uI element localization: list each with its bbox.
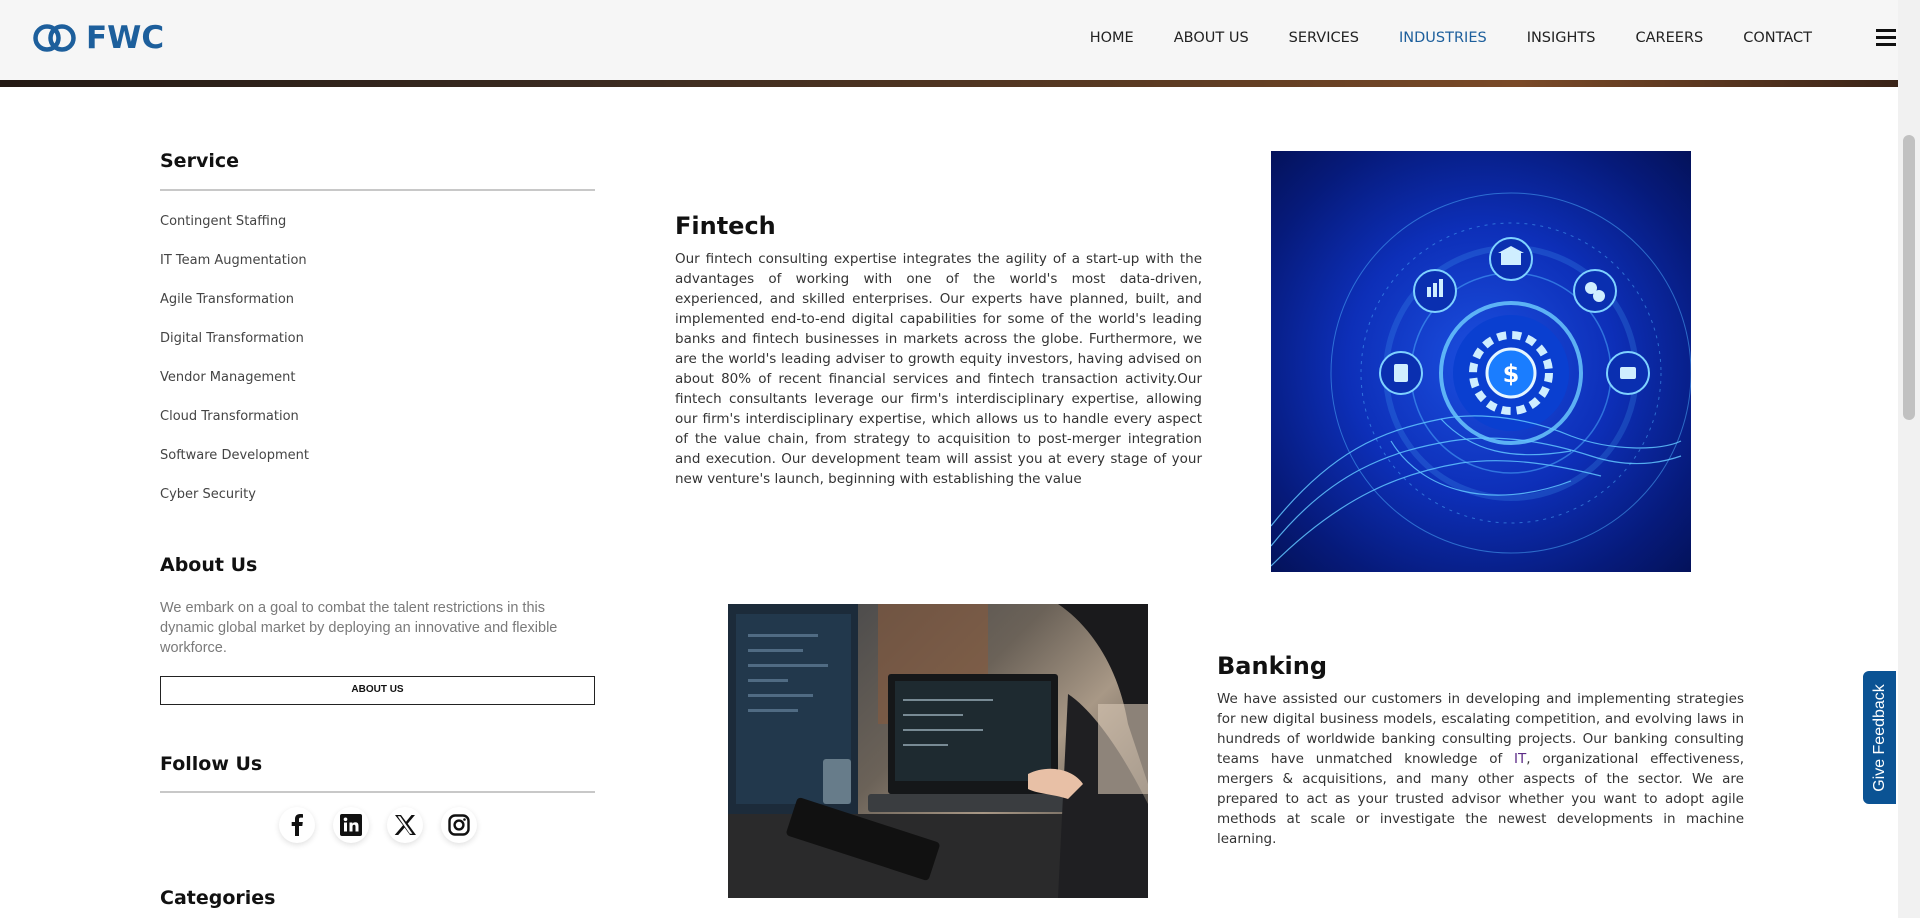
fintech-body: Our fintech consulting expertise integra… <box>675 251 1202 487</box>
fintech-image: $ <box>1271 151 1691 572</box>
service-heading: Service <box>160 150 239 172</box>
nav-industries[interactable]: INDUSTRIES <box>1399 30 1487 46</box>
follow-heading: Follow Us <box>160 753 263 775</box>
hero-image-strip <box>0 80 1898 87</box>
give-feedback-label: Give Feedback <box>1870 683 1888 792</box>
site-header: FWC HOME ABOUT US SERVICES INDUSTRIES IN… <box>0 0 1898 80</box>
fintech-title: Fintech <box>675 212 776 240</box>
service-link-agile-transformation[interactable]: Agile Transformation <box>160 280 595 319</box>
x-icon[interactable] <box>386 807 423 843</box>
banking-photo-illustration <box>728 604 1148 898</box>
service-link-cyber-security[interactable]: Cyber Security <box>160 475 595 514</box>
service-link-it-team-augmentation[interactable]: IT Team Augmentation <box>160 241 595 280</box>
about-text: We embark on a goal to combat the talent… <box>160 600 558 656</box>
fwc-logo-icon <box>33 24 76 52</box>
service-link-digital-transformation[interactable]: Digital Transformation <box>160 319 595 358</box>
banking-image <box>728 604 1148 898</box>
svg-text:$: $ <box>1503 360 1520 388</box>
give-feedback-button[interactable]: Give Feedback <box>1861 669 1898 806</box>
divider <box>160 791 595 793</box>
facebook-icon[interactable] <box>278 807 315 843</box>
nav-careers[interactable]: CAREERS <box>1636 30 1704 46</box>
hamburger-icon[interactable] <box>1876 29 1896 46</box>
about-heading: About Us <box>160 554 258 576</box>
banking-title: Banking <box>1217 652 1328 680</box>
service-link-vendor-management[interactable]: Vendor Management <box>160 358 595 397</box>
fintech-illustration: $ <box>1271 192 1691 567</box>
banking-body-it-link[interactable]: IT <box>1514 751 1526 767</box>
categories-heading: Categories <box>160 887 276 909</box>
nav-services[interactable]: SERVICES <box>1289 30 1359 46</box>
service-link-cloud-transformation[interactable]: Cloud Transformation <box>160 397 595 436</box>
service-link-contingent-staffing[interactable]: Contingent Staffing <box>160 202 595 241</box>
about-us-button[interactable]: ABOUT US <box>160 676 595 705</box>
social-links <box>160 807 595 843</box>
banking-body: We have assisted our customers in develo… <box>1217 689 1744 849</box>
site-logo[interactable]: FWC <box>32 20 164 56</box>
nav-home[interactable]: HOME <box>1090 30 1134 46</box>
divider <box>160 189 595 191</box>
sidebar: Service Contingent Staffing IT Team Augm… <box>160 150 595 909</box>
nav-insights[interactable]: INSIGHTS <box>1527 30 1596 46</box>
scrollbar-thumb[interactable] <box>1903 135 1915 420</box>
banking-section: Banking We have assisted our customers i… <box>1217 652 1744 849</box>
nav-contact[interactable]: CONTACT <box>1743 30 1812 46</box>
service-link-software-development[interactable]: Software Development <box>160 436 595 475</box>
instagram-icon[interactable] <box>440 807 477 843</box>
service-list: Contingent Staffing IT Team Augmentation… <box>160 202 595 514</box>
logo-text: FWC <box>86 20 165 56</box>
nav-about-us[interactable]: ABOUT US <box>1174 30 1249 46</box>
main-nav: HOME ABOUT US SERVICES INDUSTRIES INSIGH… <box>1090 30 1812 46</box>
linkedin-icon[interactable] <box>332 807 369 843</box>
fintech-section: Fintech Our fintech consulting expertise… <box>675 212 1202 489</box>
